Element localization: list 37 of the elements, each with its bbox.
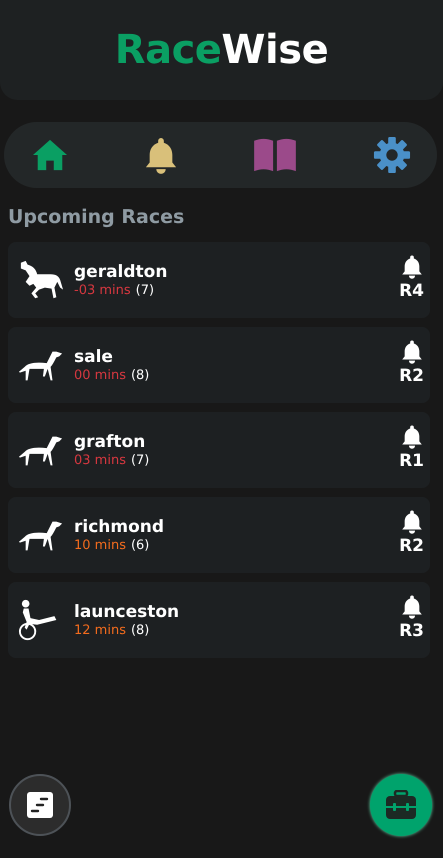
race-number: R2 — [399, 366, 424, 386]
race-card[interactable]: sale 00 mins (8) R2 — [8, 327, 430, 403]
venue-name: grafton — [74, 432, 146, 452]
runner-count: (8) — [130, 368, 150, 383]
time-to-start: 10 mins — [74, 538, 126, 553]
notes-icon — [26, 791, 54, 819]
time-to-start: 12 mins — [74, 623, 126, 638]
race-card[interactable]: grafton 03 mins (7) R1 — [8, 412, 430, 488]
bell-icon[interactable] — [400, 594, 423, 618]
toolbox-button[interactable] — [370, 774, 432, 836]
race-number: R1 — [399, 450, 424, 470]
bell-icon[interactable] — [144, 136, 178, 174]
race-card[interactable]: geraldton -03 mins (7) R4 — [8, 242, 430, 318]
time-to-start: 03 mins — [74, 453, 126, 468]
toolbox-icon — [385, 790, 417, 820]
venue-name: sale — [74, 347, 114, 367]
runner-count: (7) — [130, 453, 150, 468]
race-number: R2 — [399, 536, 424, 556]
section-title: Upcoming Races — [8, 206, 186, 228]
app-logo: RaceWise — [114, 27, 328, 73]
bell-icon[interactable] — [400, 254, 423, 278]
race-number: R4 — [399, 280, 424, 300]
time-to-start: -03 mins — [74, 283, 131, 298]
bell-icon[interactable] — [400, 338, 423, 364]
venue-name: launceston — [74, 602, 180, 622]
race-card[interactable]: richmond 10 mins (6) R2 — [8, 497, 430, 573]
venue-name: richmond — [74, 517, 166, 537]
race-number: R3 — [399, 620, 424, 640]
runner-count: (7) — [136, 283, 154, 298]
settings-icon[interactable] — [372, 136, 411, 174]
runner-count: (6) — [130, 538, 150, 553]
runner-count: (8) — [130, 623, 150, 638]
bell-icon[interactable] — [400, 424, 423, 448]
race-card[interactable]: launceston 12 mins (8) R3 — [8, 582, 430, 658]
bell-icon[interactable] — [400, 508, 423, 534]
venue-name: geraldton — [74, 262, 168, 282]
time-to-start: 00 mins — [74, 368, 126, 383]
